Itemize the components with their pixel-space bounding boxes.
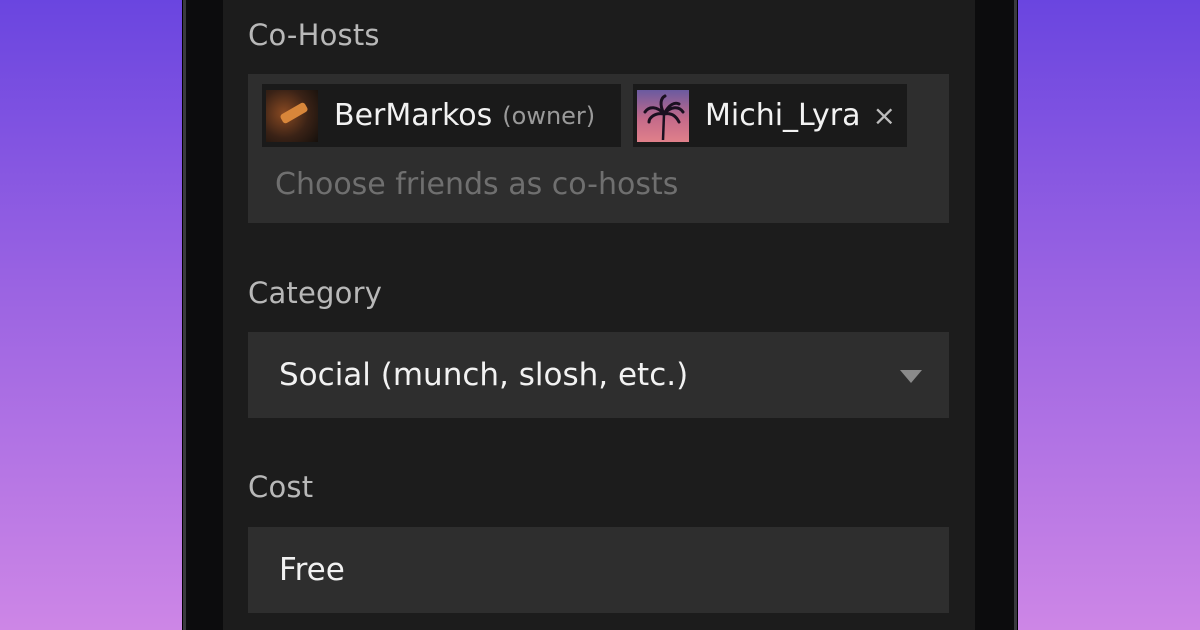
person-photo-icon [266,89,318,142]
palm-tree-sunset-icon [637,89,689,142]
event-form-screen: Co-Hosts BerMarkos (owner) Michi_Lyra × … [223,0,975,630]
category-select[interactable]: Social (munch, slosh, etc.) [248,332,949,418]
owner-badge: (owner) [502,101,596,130]
cohost-name: BerMarkos [334,98,493,133]
cohost-chip-owner: BerMarkos (owner) [262,84,621,147]
category-label: Category [248,276,383,310]
chevron-down-icon [900,370,922,383]
cohosts-picker[interactable]: BerMarkos (owner) Michi_Lyra × [248,74,949,223]
cost-value: Free [279,552,345,588]
cohosts-label: Co-Hosts [248,18,380,52]
remove-cohost-close-icon[interactable]: × [873,99,896,132]
cohosts-search-input[interactable] [275,162,925,206]
cohost-chip: Michi_Lyra × [633,84,907,147]
cost-field[interactable]: Free [248,527,949,613]
cohost-name: Michi_Lyra [705,98,861,133]
cost-label: Cost [248,470,314,504]
category-selected-value: Social (munch, slosh, etc.) [279,357,689,393]
